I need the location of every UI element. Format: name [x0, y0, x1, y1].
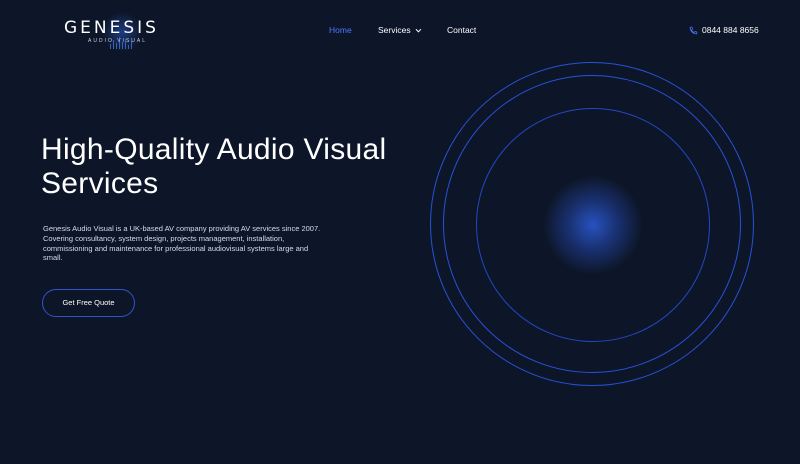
chevron-down-icon: [415, 26, 421, 33]
page: GENESIS AUDIO VISUAL Home Services Conta…: [0, 0, 800, 464]
hero-description: Genesis Audio Visual is a UK-based AV co…: [43, 224, 321, 263]
concentric-rings-graphic: [428, 60, 758, 390]
logo-wordmark: GENESIS: [64, 18, 159, 38]
logo[interactable]: GENESIS AUDIO VISUAL: [62, 12, 170, 52]
phone-icon: [689, 26, 698, 35]
nav-item-services[interactable]: Services: [378, 25, 421, 35]
center-glow: [543, 175, 643, 275]
nav-item-home[interactable]: Home: [329, 25, 352, 35]
phone-number: 0844 884 8656: [702, 25, 759, 35]
hero-title-line-2: Services: [41, 167, 159, 200]
nav-item-contact[interactable]: Contact: [447, 25, 476, 35]
nav-item-services-label: Services: [378, 25, 411, 35]
hero-title: High-Quality Audio Visual Services: [41, 133, 421, 201]
get-free-quote-button[interactable]: Get Free Quote: [42, 289, 135, 317]
hero-title-line-1: High-Quality Audio Visual: [41, 133, 387, 166]
logo-tagline: AUDIO VISUAL: [88, 38, 148, 44]
site-header: GENESIS AUDIO VISUAL Home Services Conta…: [0, 0, 800, 62]
